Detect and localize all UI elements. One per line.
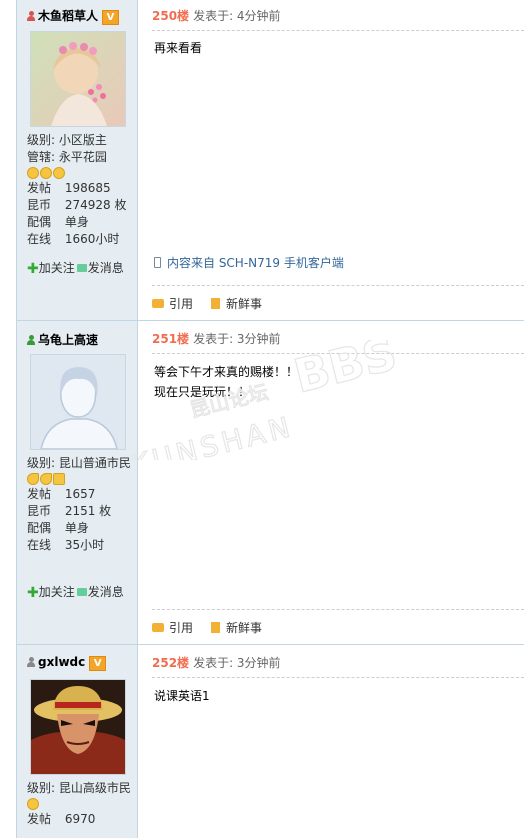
default-avatar-image <box>31 355 125 449</box>
sun-icon <box>27 798 39 810</box>
rank-medals <box>27 798 132 810</box>
author-sidebar: gxlwdc V 级别: 昆山高级市民 发帖 6970 <box>17 645 138 838</box>
sun-icon <box>27 167 39 179</box>
author-username[interactable]: 木鱼稻草人 V <box>27 7 120 25</box>
plus-icon: ✚ <box>27 261 39 277</box>
post-250: 木鱼稻草人 V 级别: 小区版主 管辖: 永平花园 发帖 198685 昆币 2… <box>17 0 524 320</box>
floor-number[interactable]: 250楼 <box>152 9 189 23</box>
sun-icon <box>53 167 65 179</box>
post-252: gxlwdc V 级别: 昆山高级市民 发帖 6970 252楼 发表于: 3分… <box>17 645 524 838</box>
stat-row: 发帖 6970 <box>27 812 96 826</box>
author-username[interactable]: 乌龟上高速 <box>27 331 98 348</box>
header-divider <box>152 30 524 31</box>
post-header: 252楼 发表于: 3分钟前 <box>152 654 281 671</box>
post-time: 发表于: 3分钟前 <box>193 656 281 670</box>
stat-row: 昆币 274928 枚 <box>27 198 127 212</box>
author-info: 级别: 昆山普通市民 发帖 1657 昆币 2151 枚 配偶 单身 在线 35… <box>27 456 132 552</box>
post-content: 再来看看 <box>154 41 203 55</box>
post-content: 等会下午才来真的赐楼！！ 现在只是玩玩！！ <box>154 365 299 399</box>
news-icon <box>211 622 221 633</box>
header-divider <box>152 677 524 678</box>
author-actions: ✚加关注 发消息 <box>27 259 124 277</box>
plus-icon: ✚ <box>27 585 39 601</box>
news-icon <box>211 298 221 309</box>
author-username[interactable]: gxlwdc V <box>27 655 107 671</box>
quote-button[interactable]: 引用 <box>152 297 193 311</box>
quote-button[interactable]: 引用 <box>152 621 193 635</box>
author-manage[interactable]: 永平花园 <box>59 150 107 164</box>
star-icon <box>53 473 65 485</box>
avatar-image <box>31 32 125 126</box>
stat-row: 发帖 1657 <box>27 487 96 501</box>
header-divider <box>152 353 524 354</box>
footer-divider <box>152 609 524 610</box>
author-level: 小区版主 <box>58 133 107 147</box>
author-level: 昆山普通市民 <box>58 456 131 470</box>
floor-number[interactable]: 252楼 <box>152 656 189 670</box>
avatar[interactable] <box>30 354 126 450</box>
message-button[interactable]: 发消息 <box>75 261 124 275</box>
post-main: 252楼 发表于: 3分钟前 说课英语1 <box>138 645 524 838</box>
post-main: 251楼 发表于: 3分钟前 等会下午才来真的赐楼！！ 现在只是玩玩！！ 引用 新鲜… <box>138 321 524 644</box>
stat-row: 配偶 单身 <box>27 215 89 229</box>
rank-medals <box>27 473 132 485</box>
news-button[interactable]: 新鲜事 <box>193 297 262 311</box>
author-level: 昆山高级市民 <box>58 781 131 795</box>
male-user-icon <box>27 335 35 345</box>
post-time: 发表于: 4分钟前 <box>193 9 281 23</box>
avatar-image <box>31 680 125 774</box>
rank-medals <box>27 167 132 179</box>
post-tools: 引用 新鲜事 <box>152 295 262 312</box>
post-header: 250楼 发表于: 4分钟前 <box>152 7 281 24</box>
post-main: 250楼 发表于: 4分钟前 再来看看 内容来自 SCH-N719 手机客户端 引… <box>138 0 524 320</box>
phone-icon <box>154 257 161 268</box>
message-icon <box>76 264 87 272</box>
author-info: 级别: 小区版主 管辖: 永平花园 发帖 198685 昆币 274928 枚 … <box>27 132 132 248</box>
news-button[interactable]: 新鲜事 <box>193 621 262 635</box>
stat-row: 在线 1660小时 <box>27 232 120 246</box>
message-icon <box>76 588 87 596</box>
verified-badge: V <box>102 10 120 25</box>
quote-icon <box>152 623 164 632</box>
user-icon <box>27 657 35 667</box>
sun-icon <box>40 167 52 179</box>
quote-icon <box>152 299 164 308</box>
floor-number[interactable]: 251楼 <box>152 332 189 346</box>
moon-icon <box>27 473 39 485</box>
verified-badge: V <box>89 656 107 671</box>
author-info: 级别: 昆山高级市民 发帖 6970 <box>27 781 132 826</box>
post-tools: 引用 新鲜事 <box>152 619 262 636</box>
message-button[interactable]: 发消息 <box>75 585 124 599</box>
author-sidebar: 木鱼稻草人 V 级别: 小区版主 管辖: 永平花园 发帖 198685 昆币 2… <box>17 0 138 320</box>
author-sidebar: 乌龟上高速 级别: 昆山普通市民 发帖 1657 昆币 2151 枚 配偶 单身… <box>17 321 138 644</box>
footer-divider <box>152 285 524 286</box>
mobile-client-note[interactable]: 内容来自 SCH-N719 手机客户端 <box>154 254 344 271</box>
post-content: 说课英语1 <box>154 689 210 703</box>
stat-row: 昆币 2151 枚 <box>27 504 112 518</box>
stat-row: 在线 35小时 <box>27 538 105 552</box>
follow-button[interactable]: ✚加关注 <box>27 261 75 277</box>
avatar[interactable] <box>30 31 126 127</box>
post-time: 发表于: 3分钟前 <box>193 332 281 346</box>
author-actions: ✚加关注 发消息 <box>27 583 124 601</box>
post-251: 乌龟上高速 级别: 昆山普通市民 发帖 1657 昆币 2151 枚 配偶 单身… <box>17 321 524 644</box>
post-header: 251楼 发表于: 3分钟前 <box>152 330 281 347</box>
moon-icon <box>40 473 52 485</box>
stat-row: 发帖 198685 <box>27 181 111 195</box>
follow-button[interactable]: ✚加关注 <box>27 585 75 601</box>
avatar[interactable] <box>30 679 126 775</box>
stat-row: 配偶 单身 <box>27 521 89 535</box>
female-user-icon <box>27 11 35 21</box>
